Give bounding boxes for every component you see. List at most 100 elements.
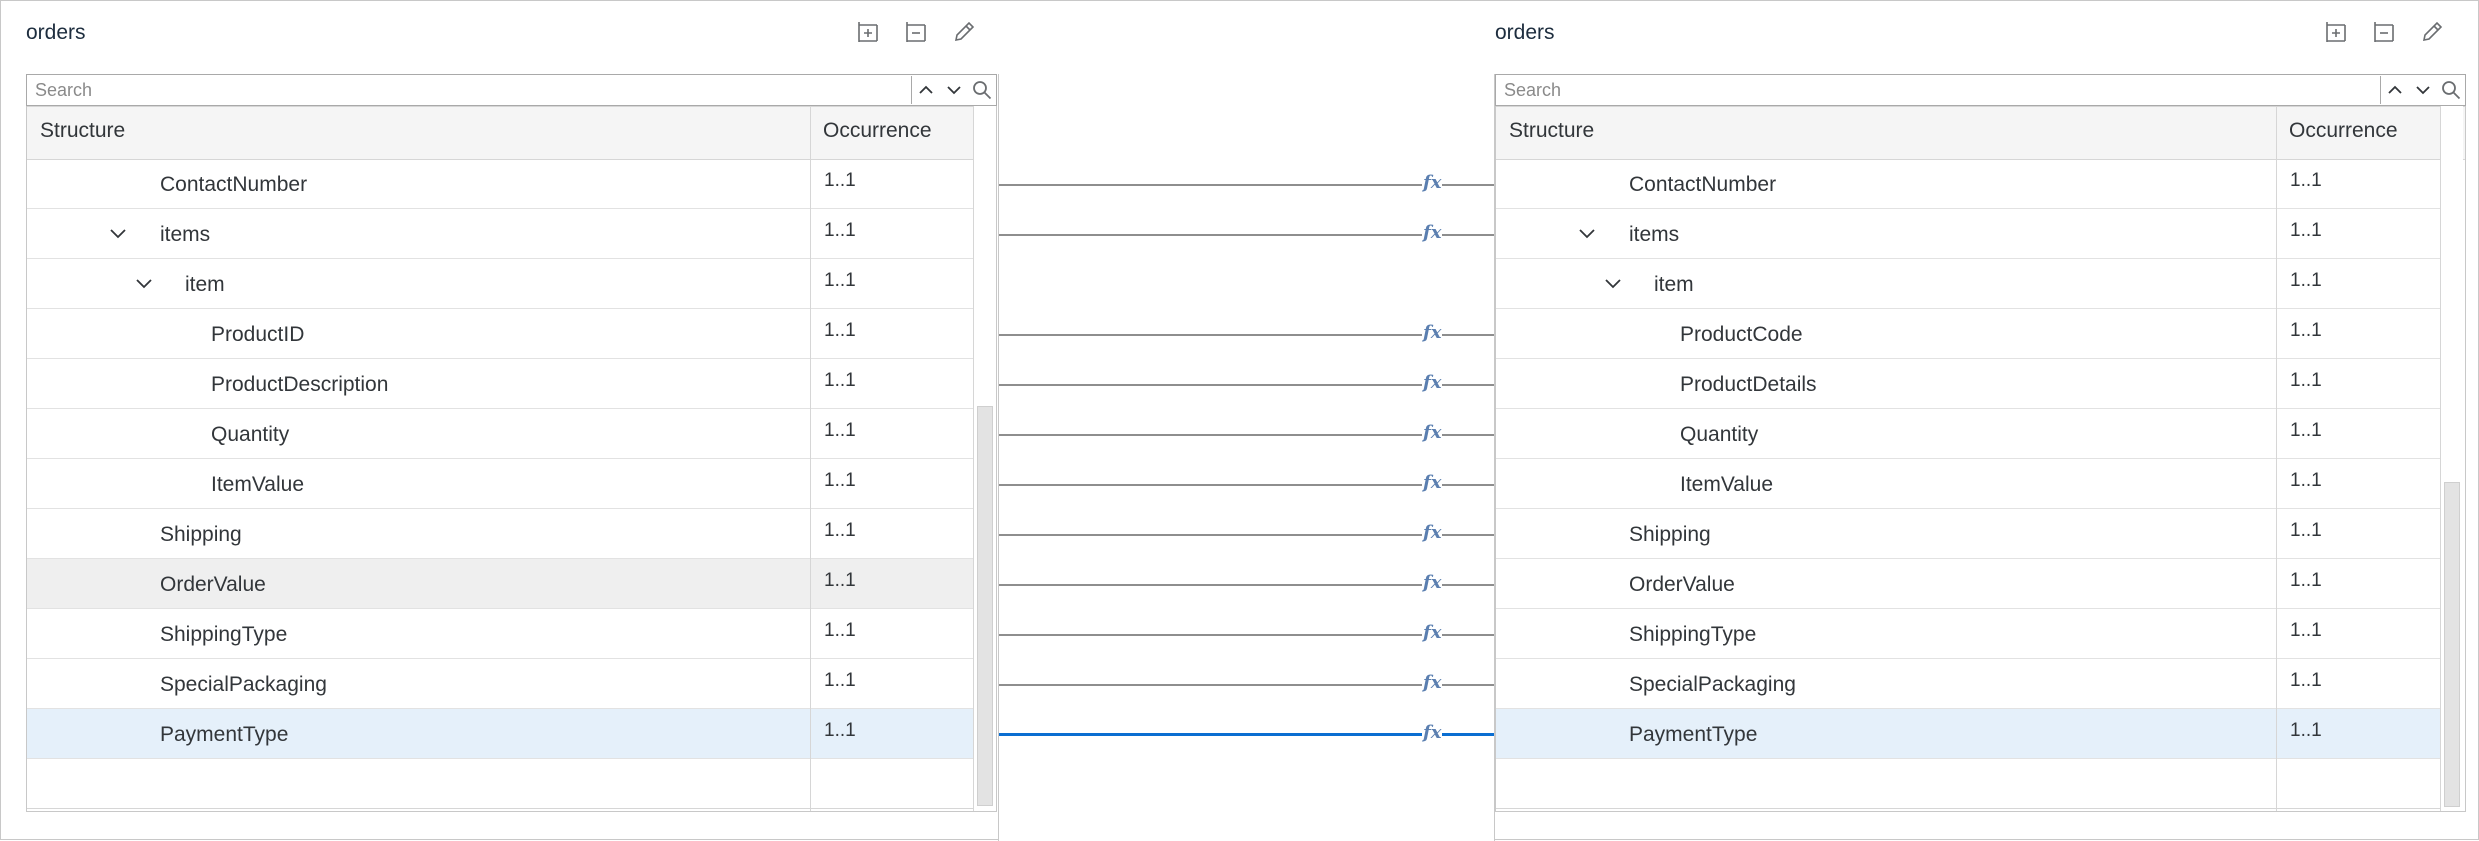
mapping-line[interactable] <box>999 334 1494 336</box>
remove-node-button[interactable] <box>901 17 931 47</box>
row-label: items <box>1629 223 1680 246</box>
chevron-down-icon <box>1605 279 1621 289</box>
source-search-button[interactable] <box>968 76 996 104</box>
structure-column-header[interactable]: Structure <box>1496 107 2276 159</box>
tree-row[interactable]: ProductCode 1..1 <box>1496 309 2440 359</box>
tree-row[interactable]: item 1..1 <box>1496 259 2440 309</box>
function-icon[interactable]: fx <box>1422 574 1443 592</box>
row-label: SpecialPackaging <box>160 673 327 696</box>
mapping-line[interactable] <box>999 484 1494 486</box>
tree-row[interactable]: items 1..1 <box>27 209 973 259</box>
collapse-toggle[interactable] <box>1576 222 1598 244</box>
tree-row[interactable]: ProductDetails 1..1 <box>1496 359 2440 409</box>
row-label: ProductDescription <box>211 373 389 396</box>
chevron-down-icon <box>136 279 152 289</box>
row-occurrence: 1..1 <box>2290 320 2322 341</box>
tree-row[interactable]: item 1..1 <box>27 259 973 309</box>
target-tree-table: Structure Occurrence ContactNumber 1..1 … <box>1495 106 2466 812</box>
chevron-up-icon <box>2388 85 2402 94</box>
row-label: Quantity <box>211 423 290 446</box>
tree-row[interactable]: ShippingType 1..1 <box>27 609 973 659</box>
row-occurrence: 1..1 <box>824 170 856 191</box>
source-search-next-button[interactable] <box>940 76 968 104</box>
function-icon[interactable]: fx <box>1422 174 1443 192</box>
edit-button[interactable] <box>949 17 979 47</box>
occurrence-column-header[interactable]: Occurrence <box>810 107 973 159</box>
source-search-prev-button[interactable] <box>912 76 940 104</box>
tree-row[interactable]: items 1..1 <box>1496 209 2440 259</box>
collapse-toggle[interactable] <box>133 272 155 294</box>
tree-row[interactable]: ProductID 1..1 <box>27 309 973 359</box>
tree-row[interactable]: Quantity 1..1 <box>27 409 973 459</box>
tree-row[interactable]: Shipping 1..1 <box>27 509 973 559</box>
source-pane-title: orders <box>26 21 86 44</box>
source-scrollbar[interactable] <box>973 106 996 811</box>
function-icon[interactable]: fx <box>1422 524 1443 542</box>
source-scrollbar-thumb[interactable] <box>977 406 993 806</box>
mapping-line[interactable] <box>999 434 1494 436</box>
tree-row-selected[interactable]: PaymentType 1..1 <box>27 709 973 759</box>
row-occurrence: 1..1 <box>2290 570 2322 591</box>
chevron-down-icon <box>1579 229 1595 239</box>
target-search-bar <box>1495 74 2466 106</box>
row-occurrence: 1..1 <box>2290 270 2322 291</box>
row-occurrence: 1..1 <box>824 220 856 241</box>
function-icon[interactable]: fx <box>1422 674 1443 692</box>
collapse-toggle[interactable] <box>1602 272 1624 294</box>
target-search-button[interactable] <box>2437 76 2465 104</box>
mapping-line[interactable] <box>999 584 1494 586</box>
mapping-line[interactable] <box>999 234 1494 236</box>
target-search-next-button[interactable] <box>2409 76 2437 104</box>
add-node-button[interactable] <box>2321 17 2351 47</box>
target-search-input[interactable] <box>1496 76 2380 104</box>
row-label: item <box>185 273 225 296</box>
structure-column-header[interactable]: Structure <box>27 107 810 159</box>
function-icon[interactable]: fx <box>1422 424 1443 442</box>
row-occurrence: 1..1 <box>824 470 856 491</box>
tree-row[interactable]: ProductDescription 1..1 <box>27 359 973 409</box>
tree-row[interactable]: OrderValue 1..1 <box>1496 559 2440 609</box>
target-scrollbar-thumb[interactable] <box>2444 482 2460 807</box>
mapping-line[interactable] <box>999 634 1494 636</box>
function-icon[interactable]: fx <box>1422 224 1443 242</box>
target-scrollbar[interactable] <box>2440 106 2463 811</box>
tree-row[interactable]: Shipping 1..1 <box>1496 509 2440 559</box>
mapping-line[interactable] <box>999 384 1494 386</box>
tree-row[interactable]: ItemValue 1..1 <box>27 459 973 509</box>
row-label: items <box>160 223 211 246</box>
function-icon[interactable]: fx <box>1422 374 1443 392</box>
function-icon[interactable]: fx <box>1422 324 1443 342</box>
function-icon[interactable]: fx <box>1422 724 1443 742</box>
remove-node-button[interactable] <box>2369 17 2399 47</box>
row-occurrence: 1..1 <box>824 320 856 341</box>
mapping-line[interactable] <box>999 534 1494 536</box>
search-icon <box>973 81 992 100</box>
tree-row[interactable]: ContactNumber 1..1 <box>27 159 973 209</box>
tree-row-selected[interactable]: PaymentType 1..1 <box>1496 709 2440 759</box>
tree-row[interactable]: SpecialPackaging 1..1 <box>1496 659 2440 709</box>
mapping-line[interactable] <box>999 184 1494 186</box>
mapping-editor: orders Search Structure Occurrence Conta… <box>0 0 2479 841</box>
mapping-line-selected[interactable] <box>999 733 1494 736</box>
chevron-down-icon <box>2416 86 2430 95</box>
tree-row[interactable]: ShippingType 1..1 <box>1496 609 2440 659</box>
target-search-prev-button[interactable] <box>2381 76 2409 104</box>
add-node-button[interactable] <box>853 17 883 47</box>
tree-row[interactable]: ContactNumber 1..1 <box>1496 159 2440 209</box>
mapping-line[interactable] <box>999 684 1494 686</box>
row-label: Shipping <box>160 523 242 546</box>
function-icon[interactable]: fx <box>1422 474 1443 492</box>
tree-row[interactable]: Quantity 1..1 <box>1496 409 2440 459</box>
source-search-input[interactable] <box>27 76 911 104</box>
row-label: ItemValue <box>211 473 304 496</box>
collapse-toggle[interactable] <box>107 222 129 244</box>
tree-row[interactable]: ItemValue 1..1 <box>1496 459 2440 509</box>
function-icon[interactable]: fx <box>1422 624 1443 642</box>
target-toolbar <box>2321 17 2447 47</box>
tree-row[interactable]: OrderValue 1..1 <box>27 559 973 609</box>
occurrence-column-header[interactable]: Occurrence <box>2276 107 2439 159</box>
source-tree-table: Structure Occurrence ContactNumber 1..1 … <box>26 106 997 812</box>
row-occurrence: 1..1 <box>2290 470 2322 491</box>
edit-button[interactable] <box>2417 17 2447 47</box>
tree-row[interactable]: SpecialPackaging 1..1 <box>27 659 973 709</box>
